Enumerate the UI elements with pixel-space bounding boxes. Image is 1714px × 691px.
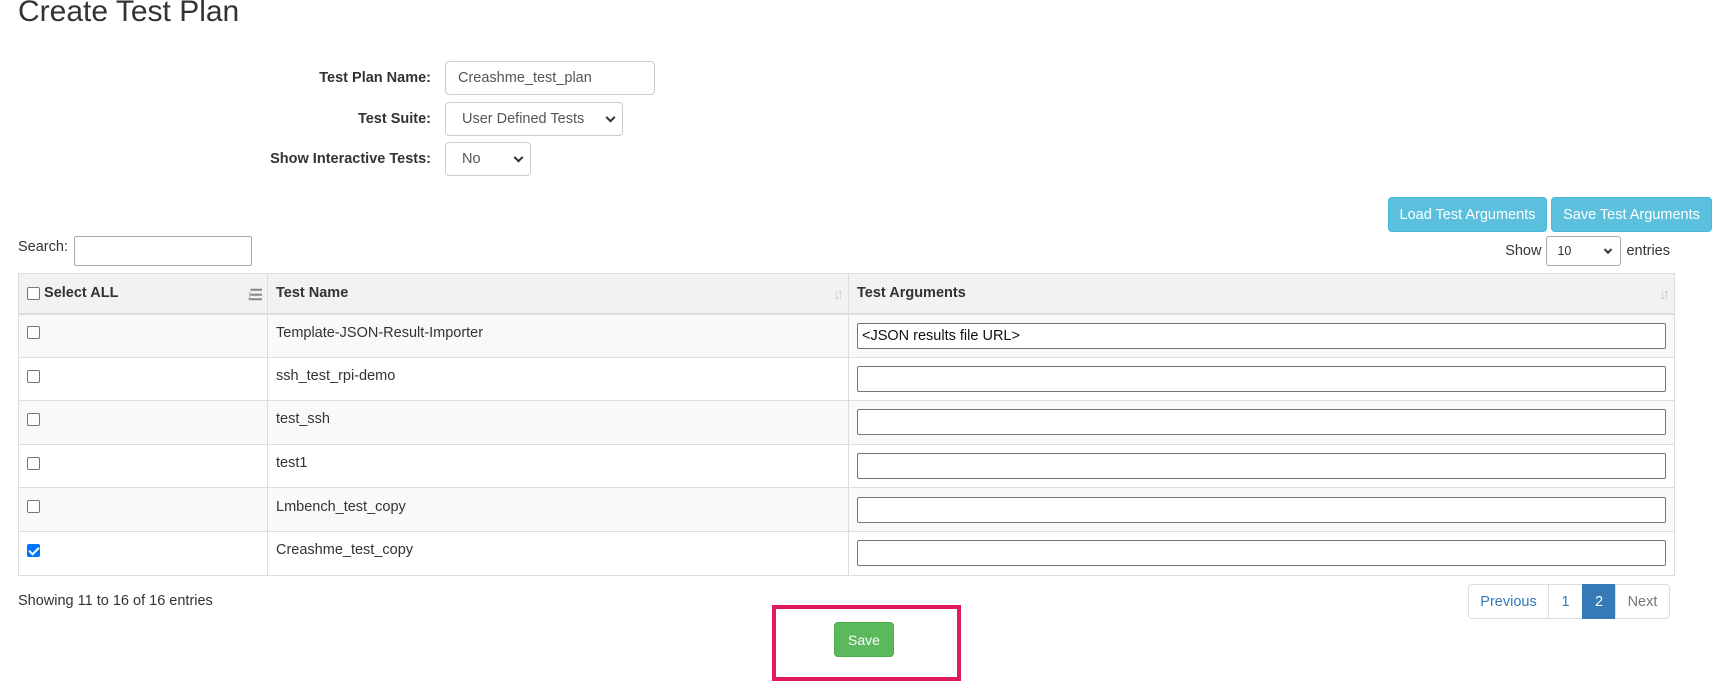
save-test-arguments-button[interactable]: Save Test Arguments — [1551, 197, 1712, 232]
test-arguments-header-label: Test Arguments — [857, 285, 966, 302]
test-arguments-input[interactable] — [857, 496, 1666, 523]
pagination-page-1[interactable]: 1 — [1548, 584, 1583, 619]
test-arguments-cell — [848, 443, 1675, 489]
pagination: Previous 1 2 Next — [1468, 584, 1670, 619]
show-label: Show — [1505, 243, 1542, 259]
chevron-down-icon — [513, 152, 524, 163]
sort-icon[interactable]: ↓↑ — [1659, 286, 1670, 303]
table-row: Creashme_test_copy — [18, 530, 1675, 576]
select-cell — [18, 487, 268, 532]
test-arguments-input[interactable] — [857, 409, 1666, 436]
search-label: Search: — [18, 239, 68, 255]
save-button[interactable]: Save — [834, 622, 894, 657]
pagination-next[interactable]: Next — [1615, 584, 1670, 619]
row-checkbox[interactable] — [27, 369, 40, 383]
select-cell — [18, 400, 268, 445]
select-all-header[interactable]: Select ALL ↓☰ — [18, 273, 268, 315]
entries-label: entries — [1626, 243, 1670, 259]
pagination-previous[interactable]: Previous — [1468, 584, 1549, 619]
table-row: Lmbench_test_copy — [18, 487, 1675, 532]
sort-icon[interactable]: ↓↑ — [833, 286, 844, 303]
select-all-checkbox[interactable] — [27, 286, 40, 300]
table-row: test_ssh — [18, 400, 1675, 445]
select-cell — [18, 443, 268, 489]
table-info: Showing 11 to 16 of 16 entries — [18, 593, 213, 609]
test-arguments-cell — [848, 356, 1675, 402]
row-checkbox[interactable] — [27, 543, 40, 557]
test-name-header[interactable]: Test Name ↓↑ — [267, 273, 849, 315]
chevron-down-icon — [1604, 245, 1613, 255]
test-arguments-cell: <JSON results file URL> — [848, 313, 1675, 358]
entries-value: 10 — [1557, 244, 1572, 258]
test-name-cell: Creashme_test_copy — [267, 530, 849, 576]
select-all-label: Select ALL — [44, 285, 119, 302]
test-arguments-cell — [848, 400, 1675, 445]
interactive-select[interactable]: No — [445, 142, 531, 176]
test-name: Template-JSON-Result-Importer — [276, 324, 484, 341]
test-arguments-input[interactable] — [857, 453, 1666, 480]
table-row: Template-JSON-Result-Importer <JSON resul… — [18, 313, 1675, 358]
table-header-row: Select ALL ↓☰ Test Name ↓↑ Test Argument… — [18, 273, 1675, 315]
test-arguments-input[interactable] — [857, 540, 1666, 567]
select-cell — [18, 530, 268, 576]
entries-length-control: Show 10 entries — [1505, 236, 1670, 266]
test-name: Creashme_test_copy — [276, 542, 414, 559]
test-arguments-header[interactable]: Test Arguments ↓↑ — [848, 273, 1675, 315]
test-arguments-input[interactable] — [857, 365, 1666, 392]
select-cell — [18, 356, 268, 402]
test-arguments-cell — [848, 487, 1675, 532]
test-name: ssh_test_rpi-demo — [276, 367, 396, 384]
test-suite-value: User Defined Tests — [462, 111, 585, 127]
row-checkbox[interactable] — [27, 326, 40, 340]
test-name-cell: ssh_test_rpi-demo — [267, 356, 849, 402]
interactive-label: Show Interactive Tests: — [270, 151, 431, 167]
test-name: Lmbench_test_copy — [276, 498, 406, 515]
pagination-page-2[interactable]: 2 — [1582, 584, 1616, 619]
test-name: test_ssh — [276, 411, 330, 428]
test-name-cell: test_ssh — [267, 400, 849, 445]
test-arguments-cell — [848, 530, 1675, 576]
entries-select[interactable]: 10 — [1546, 236, 1622, 266]
row-checkbox[interactable] — [27, 500, 40, 514]
plan-name-row: Test Plan Name: Creashme_test_plan — [0, 61, 655, 95]
test-arguments-input[interactable]: <JSON results file URL> — [857, 322, 1666, 349]
plan-name-input[interactable]: Creashme_test_plan — [445, 61, 655, 95]
test-suite-row: Test Suite: User Defined Tests — [0, 102, 623, 136]
test-name-cell: Template-JSON-Result-Importer — [267, 313, 849, 358]
test-name-cell: test1 — [267, 443, 849, 489]
search-container: Search: — [18, 236, 252, 266]
load-test-arguments-button[interactable]: Load Test Arguments — [1388, 197, 1547, 232]
test-name: test1 — [276, 455, 308, 472]
test-name-header-label: Test Name — [276, 285, 349, 302]
test-suite-select[interactable]: User Defined Tests — [445, 102, 623, 136]
search-input[interactable] — [73, 236, 252, 266]
table-row: test1 — [18, 443, 1675, 489]
row-checkbox[interactable] — [27, 456, 40, 470]
plan-name-label: Test Plan Name: — [319, 70, 431, 86]
sort-desc-icon[interactable]: ↓☰ — [246, 286, 263, 304]
row-checkbox[interactable] — [27, 413, 40, 427]
interactive-row: Show Interactive Tests: No — [0, 142, 531, 176]
select-cell — [18, 313, 268, 358]
chevron-down-icon — [605, 112, 616, 123]
interactive-value: No — [462, 151, 481, 167]
test-suite-label: Test Suite: — [357, 111, 431, 127]
table-row: ssh_test_rpi-demo — [18, 356, 1675, 402]
tests-table: Select ALL ↓☰ Test Name ↓↑ Test Argument… — [18, 273, 1675, 576]
test-name-cell: Lmbench_test_copy — [267, 487, 849, 532]
page-title: Create Test Plan — [18, 0, 240, 28]
